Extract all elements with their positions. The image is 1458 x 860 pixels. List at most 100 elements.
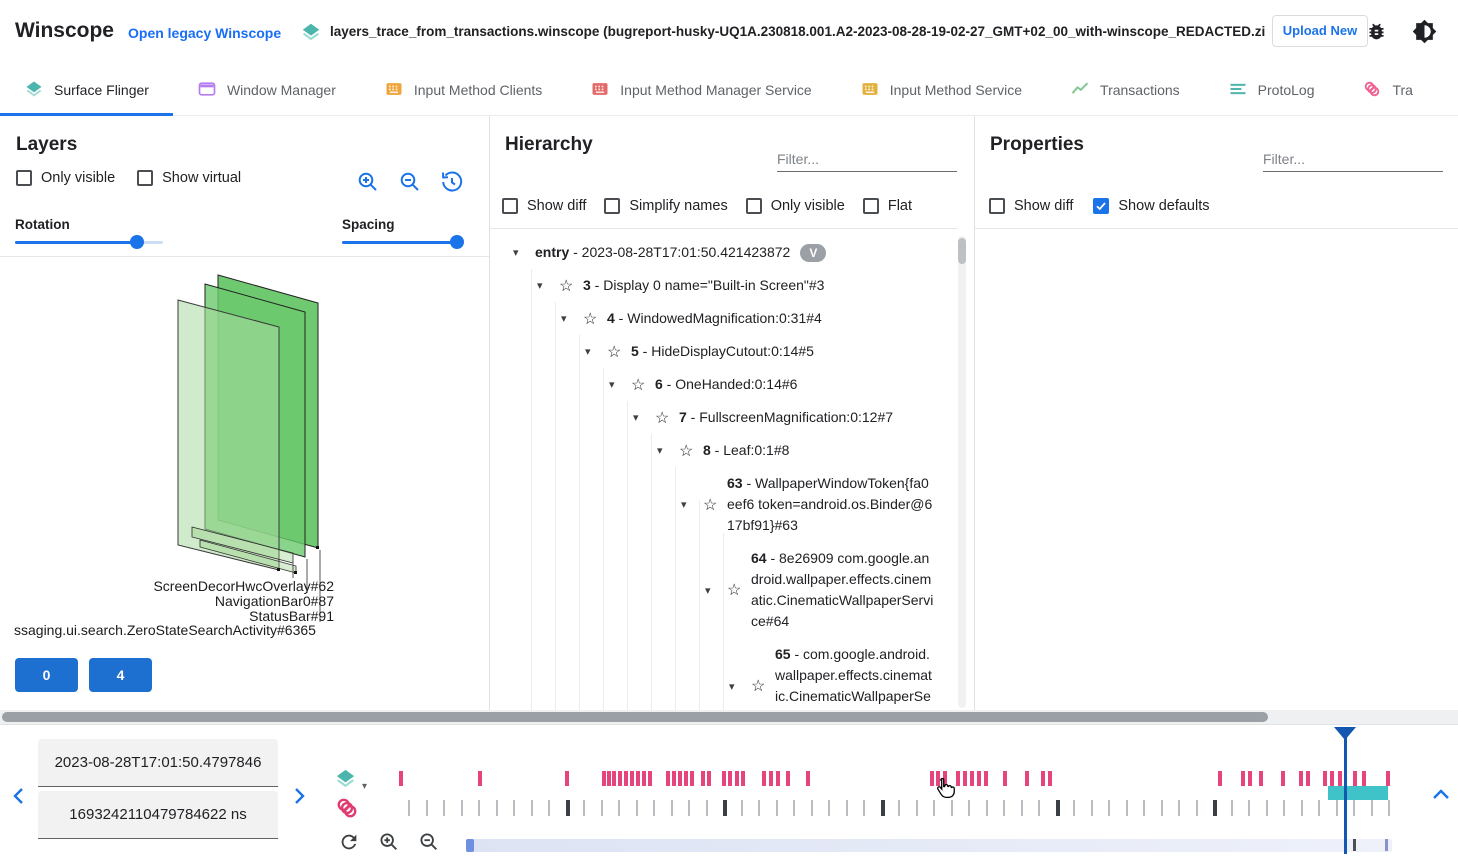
sf-event-mark[interactable] (1323, 771, 1327, 786)
zoom-in-icon[interactable] (356, 170, 380, 199)
transaction-tick[interactable] (1336, 800, 1338, 816)
transaction-tick[interactable] (1213, 800, 1217, 816)
transaction-tick[interactable] (1038, 800, 1040, 816)
transaction-tick[interactable] (1108, 800, 1110, 816)
sf-event-mark[interactable] (642, 771, 646, 786)
sf-event-mark[interactable] (1248, 771, 1252, 786)
collapse-caret-icon[interactable]: ▾ (513, 246, 535, 259)
sf-event-mark[interactable] (1330, 771, 1334, 786)
restore-view-icon[interactable] (440, 170, 464, 199)
zoom-out-icon[interactable] (398, 170, 422, 199)
tree-node-63[interactable]: ▾☆63 - WallpaperWindowToken{fa0eef6 toke… (495, 467, 948, 542)
sf-event-mark[interactable] (630, 771, 634, 786)
sf-event-mark[interactable] (1241, 771, 1245, 786)
tab-tra[interactable]: Tra (1338, 64, 1436, 116)
transaction-tick[interactable] (513, 800, 515, 816)
layer-id-button-0[interactable]: 0 (15, 658, 78, 692)
pin-star-icon[interactable]: ☆ (751, 676, 775, 696)
tree-node-3[interactable]: ▾☆3 - Display 0 name="Built-in Screen"#3 (495, 269, 948, 302)
transaction-tick[interactable] (601, 800, 603, 816)
sf-event-mark[interactable] (776, 771, 780, 786)
transaction-tick[interactable] (1073, 800, 1075, 816)
collapse-caret-icon[interactable]: ▾ (657, 444, 679, 457)
transaction-tick[interactable] (863, 800, 865, 816)
collapse-caret-icon[interactable]: ▾ (705, 584, 727, 597)
prev-entry-icon[interactable] (12, 787, 26, 810)
transaction-tick[interactable] (1301, 800, 1303, 816)
transaction-tick[interactable] (1371, 800, 1373, 816)
collapse-caret-icon[interactable]: ▾ (537, 279, 559, 292)
hierarchy-filter-input[interactable] (777, 146, 957, 172)
sf-event-mark[interactable] (963, 771, 967, 786)
checkbox-only-visible[interactable]: Only visible (746, 198, 845, 214)
layer-id-button-4[interactable]: 4 (89, 658, 152, 692)
transaction-tick[interactable] (1126, 800, 1128, 816)
sf-event-mark[interactable] (1338, 771, 1342, 786)
transaction-tick[interactable] (688, 800, 690, 816)
tab-surface-flinger[interactable]: Surface Flinger (0, 64, 173, 116)
checkbox-box[interactable] (989, 198, 1005, 214)
sf-event-mark[interactable] (399, 771, 403, 786)
collapse-caret-icon[interactable]: ▾ (609, 378, 631, 391)
timeline-zoom-out-icon[interactable] (418, 831, 440, 858)
sf-event-mark[interactable] (728, 771, 732, 786)
sf-event-mark[interactable] (618, 771, 622, 786)
tree-node-6[interactable]: ▾☆6 - OneHanded:0:14#6 (495, 368, 948, 401)
checkbox-box[interactable] (502, 198, 518, 214)
transaction-tick[interactable] (741, 800, 743, 816)
sf-event-mark[interactable] (786, 771, 790, 786)
transaction-tick[interactable] (916, 800, 918, 816)
dark-mode-toggle-icon[interactable] (1412, 19, 1437, 49)
zoom-range-track[interactable] (466, 839, 1392, 852)
transaction-tick[interactable] (1021, 800, 1023, 816)
sf-event-mark[interactable] (984, 771, 988, 786)
tree-node-4[interactable]: ▾☆4 - WindowedMagnification:0:31#4 (495, 302, 948, 335)
sf-event-mark[interactable] (1306, 771, 1310, 786)
checkbox-box[interactable] (863, 198, 879, 214)
sf-event-mark[interactable] (701, 771, 705, 786)
sf-event-mark[interactable] (1003, 771, 1007, 786)
sf-event-mark[interactable] (1281, 771, 1285, 786)
tab-protolog[interactable]: ProtoLog (1204, 64, 1339, 116)
collapse-caret-icon[interactable]: ▾ (729, 680, 751, 693)
transaction-tick[interactable] (1056, 800, 1060, 816)
collapse-caret-icon[interactable]: ▾ (561, 312, 583, 325)
sf-event-mark[interactable] (666, 771, 670, 786)
transaction-tick[interactable] (1318, 800, 1320, 816)
tab-input-method-manager-service[interactable]: Input Method Manager Service (566, 64, 835, 116)
collapse-caret-icon[interactable]: ▾ (585, 345, 607, 358)
checkbox-only-visible[interactable]: Only visible (16, 170, 115, 186)
sf-event-mark[interactable] (678, 771, 682, 786)
sf-event-mark[interactable] (684, 771, 688, 786)
open-legacy-link[interactable]: Open legacy Winscope (128, 25, 281, 41)
tree-node-7[interactable]: ▾☆7 - FullscreenMagnification:0:12#7 (495, 401, 948, 434)
sf-event-mark[interactable] (1386, 771, 1390, 786)
timestamp-human-field[interactable] (38, 739, 278, 787)
pin-star-icon[interactable]: ☆ (703, 495, 727, 515)
checkbox-box[interactable] (604, 198, 620, 214)
sf-event-mark[interactable] (956, 771, 960, 786)
transaction-tick[interactable] (1231, 800, 1233, 816)
transaction-tick[interactable] (408, 800, 410, 816)
pin-star-icon[interactable]: ☆ (583, 309, 607, 329)
transaction-tick[interactable] (811, 800, 813, 816)
transaction-tick[interactable] (1248, 800, 1250, 816)
transaction-tick[interactable] (1003, 800, 1005, 816)
timestamp-ns-field[interactable] (38, 791, 278, 839)
surface-flinger-trace-icon[interactable] (334, 767, 357, 795)
sf-event-mark[interactable] (1259, 771, 1263, 786)
timeline-cursor[interactable] (1344, 728, 1347, 854)
upload-new-button[interactable]: Upload New (1272, 15, 1368, 47)
sf-event-mark[interactable] (977, 771, 981, 786)
transaction-tick[interactable] (846, 800, 848, 816)
transaction-tick[interactable] (758, 800, 760, 816)
sf-event-mark[interactable] (1362, 771, 1366, 786)
transaction-tick[interactable] (706, 800, 708, 816)
sf-event-mark[interactable] (722, 771, 726, 786)
sf-event-mark[interactable] (806, 771, 810, 786)
transactions-trace-icon[interactable] (334, 795, 360, 826)
tree-node-8[interactable]: ▾☆8 - Leaf:0:1#8 (495, 434, 948, 467)
sf-event-mark[interactable] (970, 771, 974, 786)
pin-star-icon[interactable]: ☆ (559, 276, 583, 296)
checkbox-box[interactable] (1093, 198, 1109, 214)
